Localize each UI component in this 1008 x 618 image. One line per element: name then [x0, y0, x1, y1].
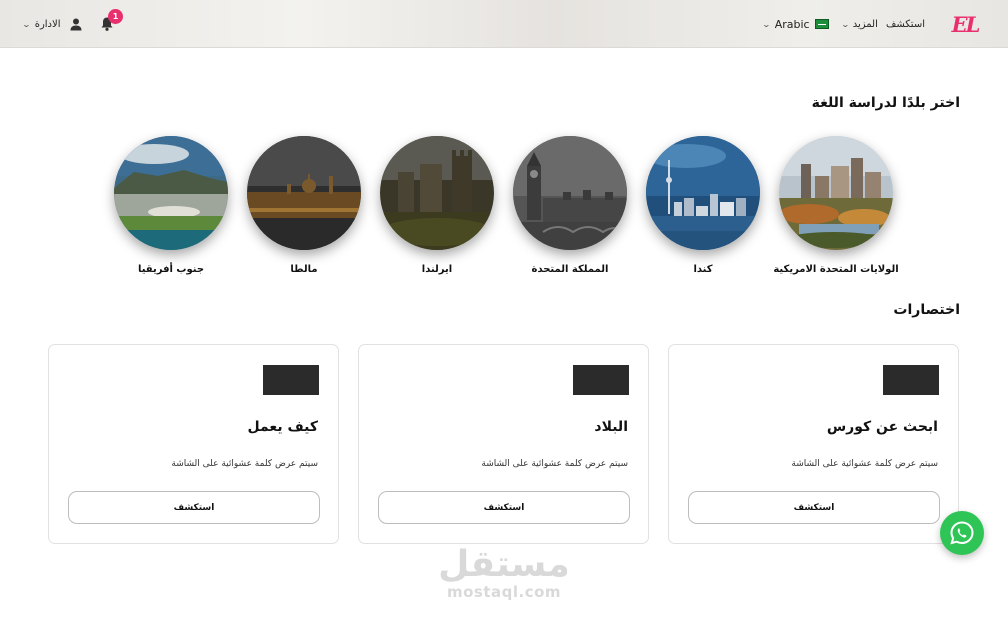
saudi-flag-icon — [814, 19, 829, 29]
whatsapp-button[interactable] — [940, 511, 984, 555]
south-africa-city-image — [114, 136, 228, 250]
shortcut-card-countries: البلاد سيتم عرض كلمة عشوائية على الشاشة … — [358, 344, 649, 544]
nav-menu-more[interactable]: ⌄ المزيد — [840, 0, 878, 48]
card-description: سيتم عرض كلمة عشوائية على الشاشة — [481, 459, 628, 469]
country-card-south-africa[interactable]: جنوب أفريقيا — [114, 136, 228, 275]
admin-menu-label: الادارة — [34, 18, 61, 30]
explore-button[interactable]: استكشف — [68, 491, 320, 524]
countries-section-title: اختر بلدًا لدراسة اللغة — [811, 95, 960, 111]
notification-badge: 1 — [108, 9, 123, 24]
card-description: سيتم عرض كلمة عشوائية على الشاشة — [171, 459, 318, 469]
ireland-castle-image — [380, 136, 494, 250]
card-description: سيتم عرض كلمة عشوائية على الشاشة — [791, 459, 938, 469]
whatsapp-icon — [950, 521, 974, 545]
shortcuts-section-title: اختصارات — [893, 302, 960, 318]
canada-city-image — [646, 136, 760, 250]
card-image-placeholder — [263, 365, 319, 395]
shortcut-card-find-course: ابحث عن كورس سيتم عرض كلمة عشوائية على ا… — [668, 344, 959, 544]
card-image-placeholder — [573, 365, 629, 395]
chevron-down-icon: ⌄ — [761, 19, 772, 29]
language-selector[interactable]: ⌄ Arabic — [761, 0, 829, 48]
top-navbar: EL استكشف ⌄ المزيد ⌄ Arabic 1 ⌄ الادارة — [0, 0, 1008, 48]
nav-link-explore[interactable]: استكشف — [886, 0, 925, 48]
admin-menu[interactable]: ⌄ الادارة — [21, 0, 61, 48]
explore-button[interactable]: استكشف — [378, 491, 630, 524]
mostaql-watermark: مستقل mostaql.com — [430, 544, 578, 601]
country-card-canada[interactable]: كندا — [646, 136, 760, 275]
usa-city-image — [779, 136, 893, 250]
country-name: جنوب أفريقيا — [137, 264, 205, 275]
country-card-uk[interactable]: المملكة المتحدة — [513, 136, 627, 275]
country-card-usa[interactable]: الولايات المتحدة الامريكية — [773, 136, 899, 275]
explore-button[interactable]: استكشف — [688, 491, 940, 524]
chevron-down-icon: ⌄ — [21, 19, 32, 29]
chevron-down-icon: ⌄ — [840, 19, 851, 29]
watermark-arabic: مستقل — [438, 544, 570, 585]
user-icon[interactable] — [69, 17, 83, 31]
country-card-ireland[interactable]: ايرلندا — [380, 136, 494, 275]
card-title: ابحث عن كورس — [826, 419, 938, 435]
site-logo[interactable]: EL — [950, 10, 981, 38]
card-title: البلاد — [594, 419, 628, 435]
nav-menu-more-label: المزيد — [852, 18, 878, 30]
country-card-malta[interactable]: مالطا — [247, 136, 361, 275]
card-image-placeholder — [883, 365, 939, 395]
uk-city-image — [513, 136, 627, 250]
language-label: Arabic — [774, 17, 810, 31]
watermark-latin: mostaql.com — [446, 583, 562, 601]
malta-city-image — [247, 136, 361, 250]
shortcut-card-how-it-works: كيف يعمل سيتم عرض كلمة عشوائية على الشاش… — [48, 344, 339, 544]
nav-link-explore-label: استكشف — [886, 18, 925, 30]
card-title: كيف يعمل — [247, 419, 318, 435]
